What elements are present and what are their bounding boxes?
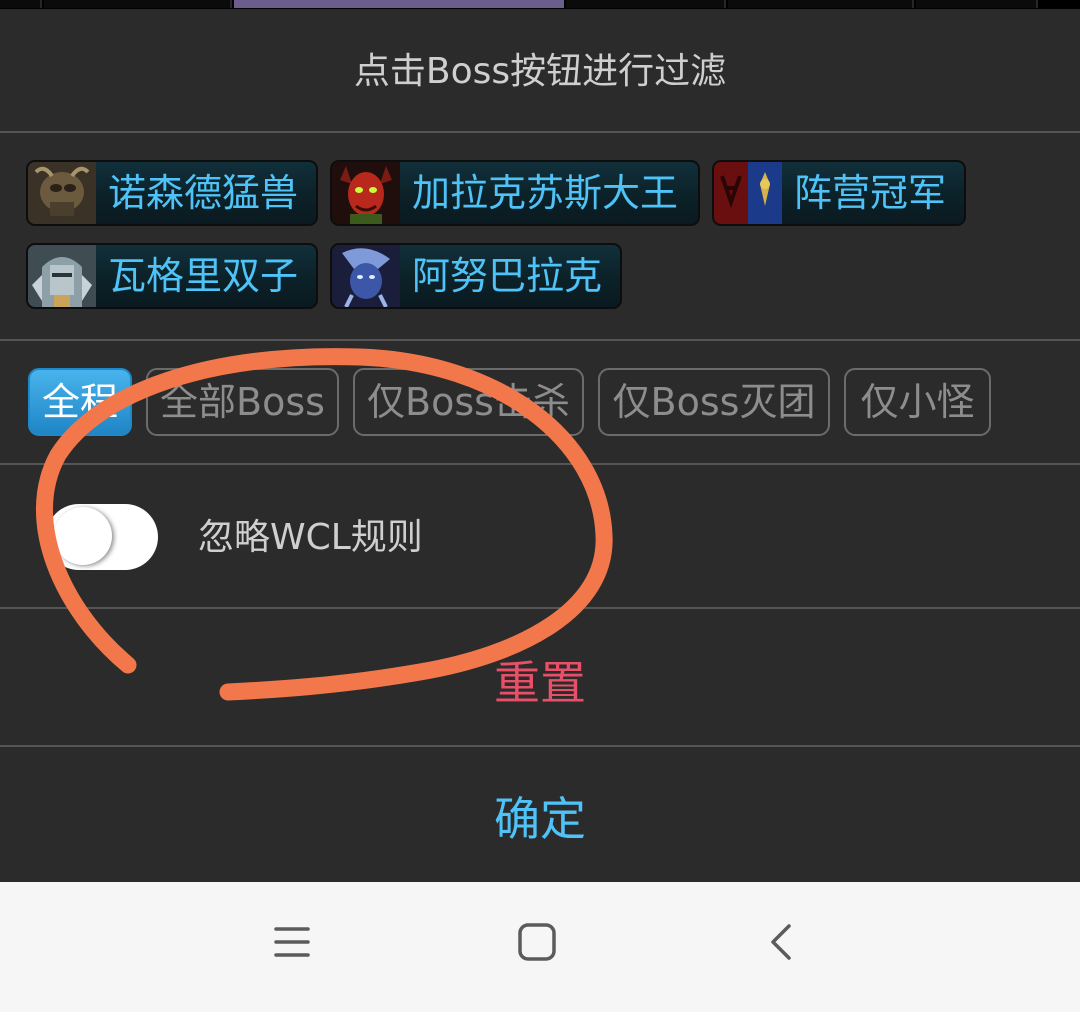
filter-chip-full[interactable]: 全程 — [28, 368, 132, 436]
faction-champions-portrait-icon — [714, 162, 782, 224]
northrend-beasts-portrait-icon — [28, 162, 96, 224]
annotation-circle — [36, 348, 613, 701]
lord-jaraxxus-portrait-icon — [332, 162, 400, 224]
top-tab — [0, 0, 42, 8]
filter-chip-all-boss[interactable]: 全部Boss — [146, 368, 339, 436]
boss-label: 加拉克苏斯大王 — [412, 171, 679, 215]
divider — [0, 463, 1080, 465]
boss-label: 诺森德猛兽 — [108, 171, 299, 215]
home-icon[interactable] — [497, 902, 577, 982]
valkyr-twins-portrait-icon — [28, 245, 96, 307]
boss-label: 阵营冠军 — [794, 171, 947, 215]
system-navbar — [0, 882, 1080, 1012]
boss-button-northrend-beasts[interactable]: 诺森德猛兽 — [26, 160, 318, 226]
dialog-title: 点击Boss按钮进行过滤 — [353, 51, 727, 92]
filter-chip-trash-only[interactable]: 仅小怪 — [844, 368, 991, 436]
top-strip — [0, 0, 1080, 9]
boss-button-lord-jaraxxus[interactable]: 加拉克苏斯大王 — [330, 160, 700, 226]
boss-button-valkyr-twins[interactable]: 瓦格里双子 — [26, 243, 318, 309]
boss-label: 阿努巴拉克 — [412, 254, 603, 298]
confirm-button[interactable]: 确定 — [0, 784, 1080, 854]
divider — [0, 339, 1080, 341]
boss-button-faction-champions[interactable]: 阵营冠军 — [712, 160, 966, 226]
top-tab — [728, 0, 914, 8]
top-tab — [44, 0, 232, 8]
filter-chip-boss-kills[interactable]: 仅Boss击杀 — [353, 368, 584, 436]
toggle-knob — [54, 507, 112, 565]
menu-icon[interactable] — [252, 902, 332, 982]
top-tab — [566, 0, 726, 8]
ignore-wcl-toggle[interactable] — [46, 504, 158, 570]
reset-button[interactable]: 重置 — [0, 648, 1080, 718]
divider — [0, 607, 1080, 609]
divider — [0, 745, 1080, 747]
anubarak-portrait-icon — [332, 245, 400, 307]
boss-button-anubarak[interactable]: 阿努巴拉克 — [330, 243, 622, 309]
top-tab — [916, 0, 1038, 8]
boss-label: 瓦格里双子 — [108, 254, 299, 298]
filter-chip-boss-wipes[interactable]: 仅Boss灭团 — [598, 368, 830, 436]
divider — [0, 131, 1080, 133]
top-tab-active — [234, 0, 564, 8]
ignore-wcl-label: 忽略WCL规则 — [198, 517, 423, 558]
back-icon[interactable] — [741, 902, 821, 982]
